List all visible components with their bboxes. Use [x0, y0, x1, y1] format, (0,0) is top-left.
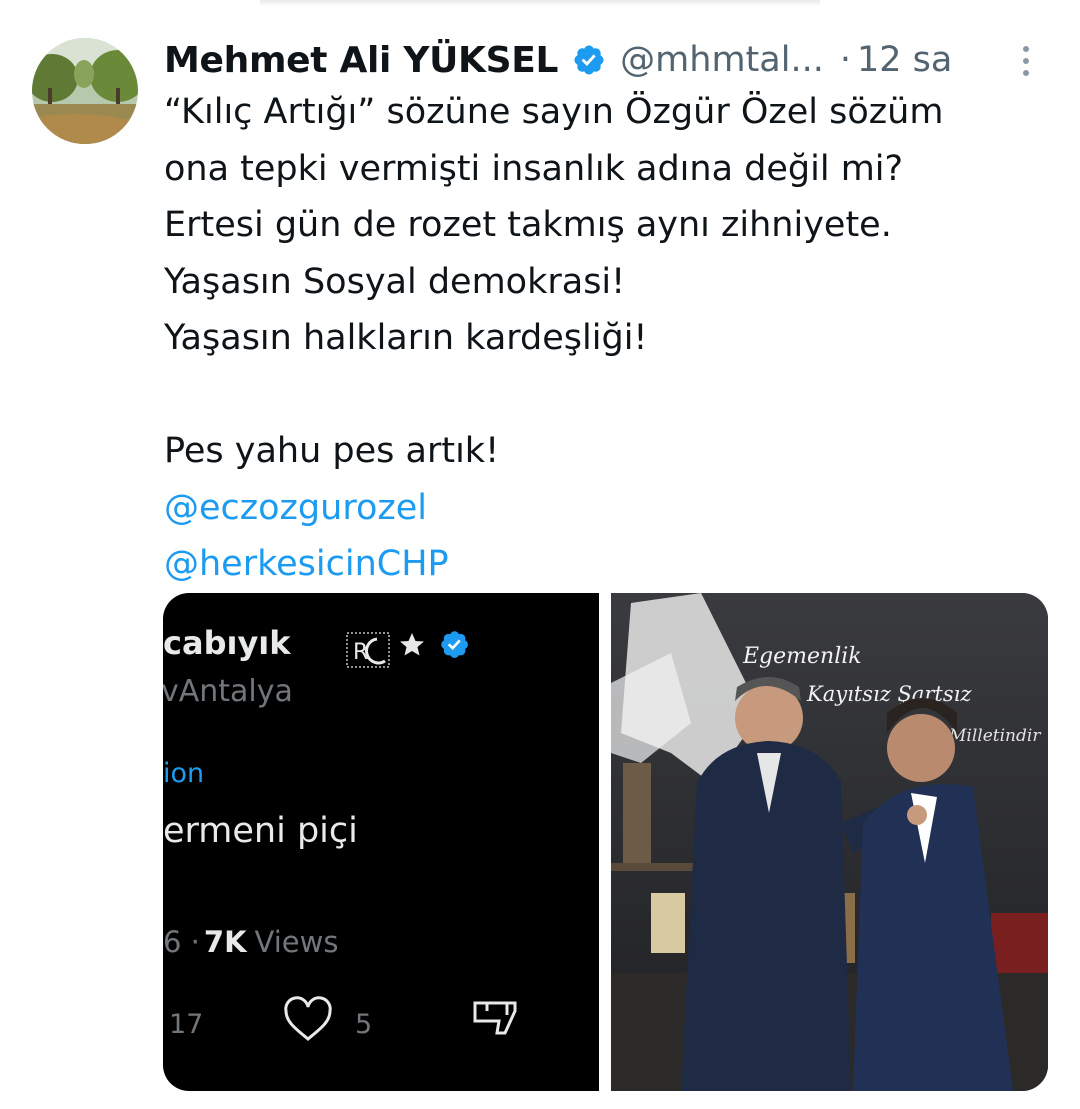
- tweet-line: ona tepki vermişti insanlık adına değil …: [164, 148, 904, 189]
- tweet-text: “Kılıç Artığı” sözüne sayın Özgür Özel s…: [164, 84, 1044, 593]
- timestamp[interactable]: 12 sa: [857, 40, 952, 80]
- mention-link[interactable]: @herkesicinCHP: [164, 536, 1044, 593]
- more-options-icon[interactable]: [1014, 42, 1038, 82]
- tweet-line: Ertesi gün de rozet takmış aynı zihniyet…: [164, 205, 892, 245]
- tweet-header: Mehmet Ali YÜKSEL @mhmtal... · 12 sa: [164, 36, 1044, 84]
- embedded-text: ermeni piçi: [163, 811, 358, 851]
- embedded-verified-icon: [441, 631, 468, 658]
- wall-line-3: Milletindir: [948, 726, 1041, 746]
- embedded-reply-count: 17: [169, 1009, 203, 1040]
- wall-line-2: Kayıtsız Şartsız: [806, 682, 972, 706]
- tweet-line: Pes yahu pes artık!: [164, 431, 500, 471]
- wall-line-1: Egemenlik: [742, 644, 862, 669]
- separator-dot: ·: [839, 40, 851, 80]
- user-handle[interactable]: @mhmtal...: [620, 40, 824, 80]
- dislike-icon: [473, 1001, 517, 1035]
- star-icon: [400, 633, 424, 656]
- embedded-meta-prefix: 6 ·: [163, 925, 200, 959]
- media-grid: cabıyık R vAntalya ion ermeni piçi 6 · 7K…: [163, 593, 1048, 1091]
- media-image-photo[interactable]: Egemenlik Kayıtsız Şartsız Milletindir: [611, 593, 1048, 1091]
- heart-icon: [284, 996, 332, 1041]
- tweet-line: Yaşasın halkların kardeşliği!: [164, 318, 648, 358]
- mention-link[interactable]: @eczozgurozel: [164, 480, 1044, 537]
- embedded-handle: vAntalya: [163, 674, 293, 709]
- media-image-screenshot[interactable]: cabıyık R vAntalya ion ermeni piçi 6 · 7K…: [163, 593, 599, 1091]
- tweet-line: Yaşasın Sosyal demokrasi!: [164, 261, 626, 302]
- tweet-line: “Kılıç Artığı” sözüne sayın Özgür Özel s…: [164, 92, 944, 132]
- embedded-like-count: 5: [355, 1009, 372, 1040]
- avatar[interactable]: [32, 38, 138, 144]
- embedded-meta: 6 · 7K Views: [163, 925, 338, 959]
- display-name[interactable]: Mehmet Ali YÜKSEL: [164, 40, 558, 81]
- embedded-views-count: 7K: [204, 925, 248, 959]
- embedded-views-label: Views: [255, 925, 339, 959]
- verified-badge-icon: [572, 43, 606, 77]
- previous-item-edge: [260, 0, 820, 6]
- embedded-name: cabıyık: [163, 624, 291, 662]
- embedded-context: ion: [163, 758, 204, 789]
